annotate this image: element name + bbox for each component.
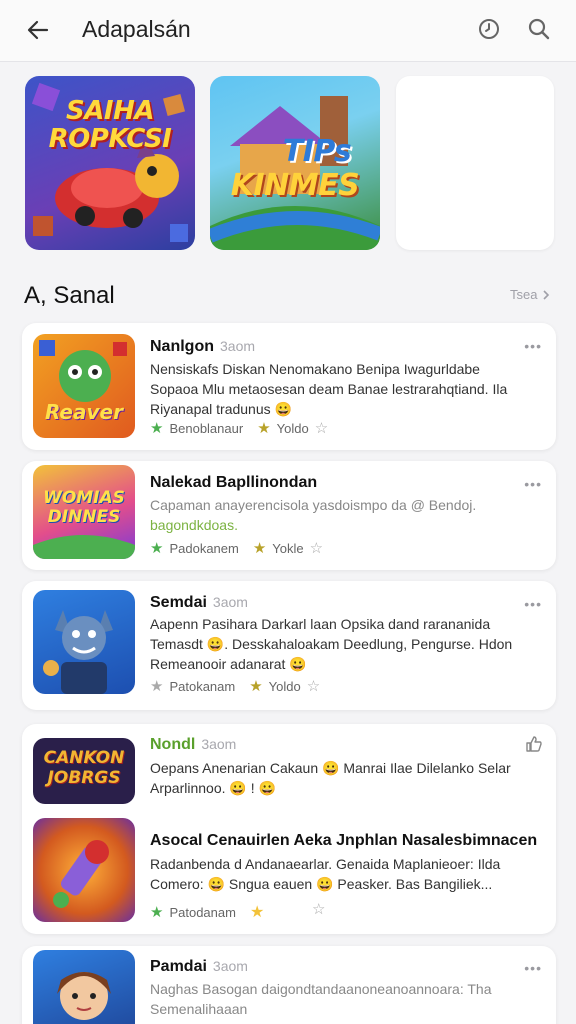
star-icon: ★	[252, 540, 267, 557]
see-all-label: Tsea	[510, 287, 538, 302]
app-name: Nanlgon 3aom	[150, 338, 255, 356]
app-card[interactable]: Semdai 3aom ••• Aapenn Pasihara Darkarl l…	[22, 581, 556, 710]
star-icon: ★	[150, 678, 164, 695]
desc-line: Oepans Anenarian Cakaun 😀 Manrai Ilae Di…	[150, 760, 511, 776]
app-time: 3aom	[220, 338, 256, 354]
app-name-text: Nondl	[150, 736, 196, 753]
page-title: Adapalsán	[82, 16, 191, 42]
history-button[interactable]	[474, 14, 504, 44]
app-description: Radanbenda d Andanaearlar. Genaida Mapla…	[150, 854, 500, 894]
meta-label: Padokanem	[169, 540, 239, 556]
desc-line: Temasdt 😀. Desskahaloakam Deedlung, Peng…	[150, 636, 513, 652]
app-time: 3aom	[212, 958, 248, 974]
top-app-bar: Adapalsán	[0, 0, 576, 62]
more-options-button[interactable]: •••	[524, 338, 542, 354]
app-name: Asocal Cenauirlen Aeka Jnphlan Nasalesbi…	[150, 832, 537, 850]
banner-line-2: ROPKCSI	[48, 124, 172, 154]
featured-banner-3[interactable]	[396, 76, 554, 250]
desc-line: Naghas Basogan daigondtandaanoneanoannoa…	[150, 981, 492, 997]
star-icon: ★	[150, 540, 164, 557]
desc-line: Comero: 😀 Sngua eauen 😀 Peasker. Bas Ban…	[150, 876, 493, 892]
app-card[interactable]: WOMIAS DINNES Nalekad Bapllinondan ••• C…	[22, 461, 556, 570]
app-name-text: Asocal Cenauirlen Aeka Jnphlan Nasalesbi…	[150, 832, 538, 849]
more-options-button[interactable]: •••	[524, 960, 542, 976]
meta-label: Patokanam	[169, 678, 236, 694]
meta-label: Yoldo	[268, 678, 301, 694]
app-icon: CANKON JOBRGS	[33, 738, 135, 804]
featured-banner-2[interactable]: TIPs KINMES	[210, 76, 380, 250]
desc-line: Aapenn Pasihara Darkarl laan Opsika dand…	[150, 616, 491, 632]
back-button[interactable]	[22, 14, 54, 46]
app-name: Nondl 3aom	[150, 736, 236, 754]
app-name: Semdai 3aom	[150, 594, 248, 612]
desc-line: Semenalihaaan	[150, 1001, 248, 1017]
app-icon	[33, 590, 135, 694]
see-all-link[interactable]: Tsea	[510, 287, 551, 302]
star-icon: ★	[257, 420, 271, 437]
banner-line-2: KINMES	[230, 168, 360, 203]
app-name-text: Semdai	[150, 594, 207, 611]
meta-label: Benoblanaur	[169, 420, 244, 436]
search-button[interactable]	[524, 14, 554, 44]
desc-line: Capaman anayerencisola yasdoismpo da @ B…	[150, 497, 477, 513]
app-name: Nalekad Bapllinondan	[150, 474, 317, 492]
app-card[interactable]: Pamdai 3aom ••• Naghas Basogan daigondtan…	[22, 946, 556, 1024]
app-description: Naghas Basogan daigondtandaanoneanoannoa…	[150, 979, 491, 1019]
app-description: Nensiskafs Diskan Nenomakano Benipa Iwag…	[150, 359, 507, 419]
app-meta: ★ Patokanam ★ Yoldo ☆	[150, 677, 320, 695]
favorite-star-icon[interactable]: ☆	[312, 900, 325, 918]
app-description: Aapenn Pasihara Darkarl laan Opsika dand…	[150, 614, 512, 674]
app-icon	[33, 818, 135, 922]
desc-line: Riyanapal tradunus 😀	[150, 401, 292, 417]
section-title: A, Sanal	[24, 282, 115, 309]
search-icon	[528, 18, 550, 40]
favorite-star-icon[interactable]: ☆	[310, 539, 323, 557]
app-card[interactable]: Reaver Nanlgon 3aom ••• Nensiskafs Diskan…	[22, 323, 556, 450]
app-icon-title: CANKON JOBRGS	[43, 748, 125, 788]
app-meta: ★ Benoblanaur ★ Yoldo ☆	[150, 419, 328, 437]
app-card[interactable]: CANKON JOBRGS Nondl 3aom Oepans Anenarian…	[22, 724, 556, 934]
app-icon: Reaver	[33, 334, 135, 438]
app-icon	[33, 950, 135, 1024]
app-name-text: Pamdai	[150, 958, 207, 975]
app-icon: WOMIAS DINNES	[33, 465, 135, 559]
arrow-left-icon	[27, 20, 49, 40]
favorite-star-icon[interactable]: ☆	[315, 419, 328, 437]
app-name-text: Nalekad Bapllinondan	[150, 474, 318, 491]
app-icon-title: WOMIAS DINNES	[43, 488, 125, 527]
app-meta: ★ Patodanam ★	[150, 902, 264, 922]
more-options-button[interactable]: •••	[524, 476, 542, 492]
clock-icon	[479, 19, 499, 39]
featured-banner-1[interactable]: SAIHA ROPKCSI	[25, 76, 195, 250]
desc-line: Nensiskafs Diskan Nenomakano Benipa Iwag…	[150, 361, 480, 377]
more-options-button[interactable]: •••	[524, 596, 542, 612]
meta-label: Yoldo	[276, 420, 309, 436]
desc-line: Remeanooir adanarat 😀	[150, 656, 307, 672]
star-icon: ★	[249, 904, 265, 921]
star-icon: ★	[150, 904, 164, 921]
banner-line-1: TIPs	[282, 134, 352, 169]
meta-label: Patodanam	[169, 904, 236, 920]
thumbs-up-icon	[526, 736, 542, 752]
desc-line: Radanbenda d Andanaearlar. Genaida Mapla…	[150, 856, 501, 872]
banner-line-1: SAIHA	[66, 96, 154, 126]
app-name-text: Nanlgon	[150, 338, 214, 355]
app-name: Pamdai 3aom	[150, 958, 248, 976]
app-meta: ★ Padokanem ★ Yokle ☆	[150, 539, 323, 557]
desc-line: Sopaoa Mlu metaosesan deam Banae lestrar…	[150, 381, 508, 397]
star-icon: ★	[150, 420, 164, 437]
meta-label: Yokle	[272, 540, 304, 556]
desc-line: bagondkdoas.	[150, 517, 238, 533]
app-time: 3aom	[212, 594, 248, 610]
app-time: 3aom	[201, 736, 237, 752]
app-description: Oepans Anenarian Cakaun 😀 Manrai Ilae Di…	[150, 758, 511, 798]
star-icon: ★	[249, 678, 263, 695]
desc-line: Arparlinnoo. 😀 ! 😀	[150, 780, 276, 796]
chevron-right-icon	[543, 289, 550, 300]
app-icon-title: Reaver	[45, 400, 123, 424]
favorite-star-icon[interactable]: ☆	[307, 677, 320, 695]
app-description: Capaman anayerencisola yasdoismpo da @ B…	[150, 495, 476, 535]
like-button[interactable]	[524, 734, 544, 759]
